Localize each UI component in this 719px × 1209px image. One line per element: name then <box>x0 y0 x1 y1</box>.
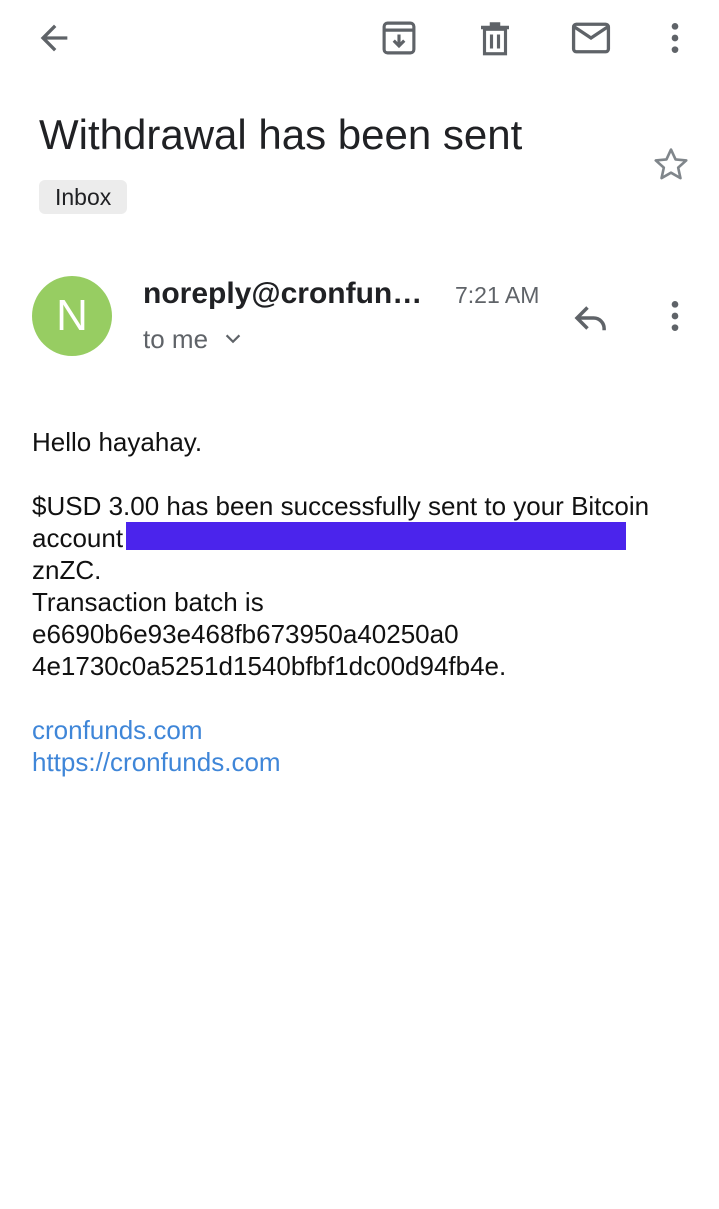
reply-button[interactable] <box>563 290 619 346</box>
arrow-back-icon <box>40 24 68 52</box>
trash-icon <box>481 22 509 56</box>
account-tail-text: znZC. <box>32 555 102 585</box>
top-app-bar <box>0 0 719 80</box>
cronfunds-https-link[interactable]: https://cronfunds.com <box>32 746 702 778</box>
message-more-button[interactable] <box>648 288 702 344</box>
mail-icon <box>571 22 611 54</box>
batch-hash-line-1: e6690b6e93e468fb673950a40250a0 <box>32 619 459 649</box>
star-button[interactable] <box>646 140 696 190</box>
star-outline-icon <box>654 148 688 180</box>
links-block: cronfunds.com https://cronfunds.com <box>32 714 702 778</box>
sent-text: $USD 3.00 has been successfully sent to … <box>32 491 650 521</box>
sender-address[interactable]: noreply@cronfun… <box>143 274 433 314</box>
email-body: Hello hayahay. $USD 3.00 has been succes… <box>32 426 702 778</box>
inbox-label-chip[interactable]: Inbox <box>39 180 128 214</box>
sender-avatar[interactable]: N <box>32 276 112 356</box>
archive-icon <box>382 21 416 55</box>
reply-icon <box>574 306 606 331</box>
redacted-wallet-address <box>126 522 627 550</box>
more-vert-icon <box>671 301 679 331</box>
cronfunds-link[interactable]: cronfunds.com <box>32 714 702 746</box>
mark-unread-button[interactable] <box>563 10 619 66</box>
back-button[interactable] <box>26 10 82 66</box>
more-vert-icon <box>671 23 679 53</box>
batch-label-text: Transaction batch is <box>32 587 264 617</box>
greeting-text: Hello hayahay. <box>32 427 203 457</box>
batch-hash-line-2: 4e1730c0a5251d1540bfbf1dc00d94fb4e. <box>32 651 507 681</box>
chevron-down-icon <box>225 334 241 344</box>
recipient-details-toggle[interactable]: to me <box>143 322 244 356</box>
email-time: 7:21 AM <box>455 282 540 308</box>
account-line: account <box>32 522 702 554</box>
delete-button[interactable] <box>467 10 523 66</box>
email-subject: Withdrawal has been sent <box>39 111 523 158</box>
archive-button[interactable] <box>371 10 427 66</box>
recipient-label: to me <box>143 324 209 354</box>
account-label: account <box>32 523 124 553</box>
more-options-button[interactable] <box>647 10 703 66</box>
